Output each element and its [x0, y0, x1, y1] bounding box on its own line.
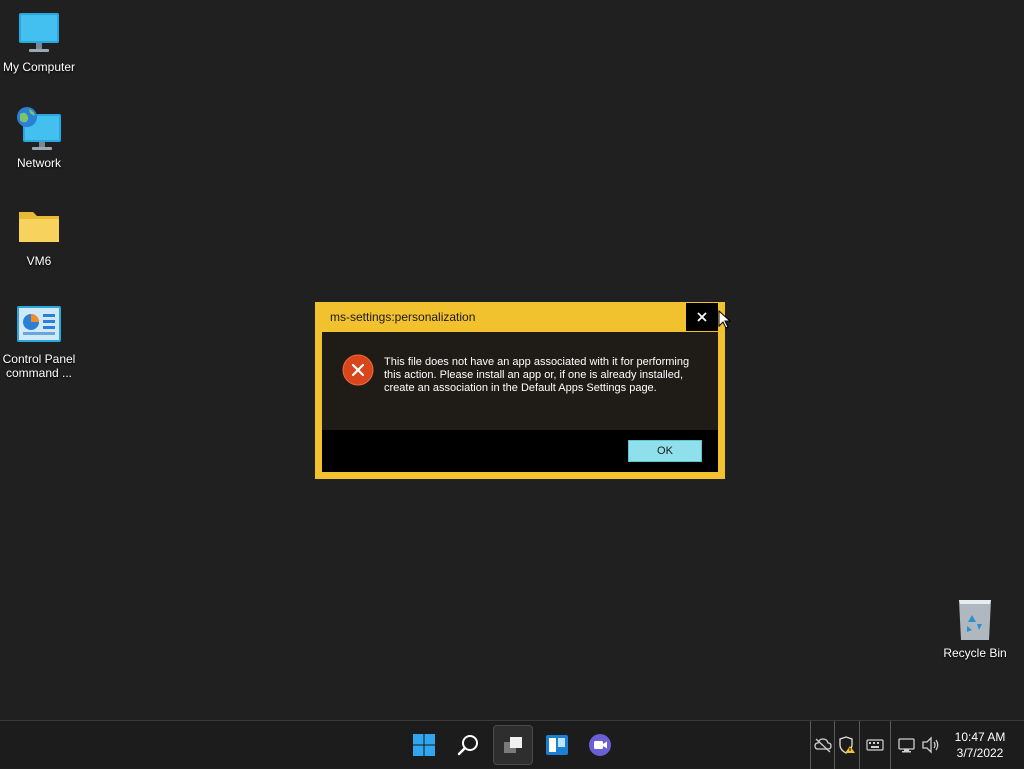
recycle-bin-icon	[951, 596, 999, 644]
dialog-message: This file does not have an app associate…	[384, 356, 690, 394]
desktop-icon-label: Control Panel command ...	[2, 352, 76, 380]
desktop-icon-label: Recycle Bin	[943, 646, 1007, 660]
desktop-icon-label: VM6	[26, 254, 52, 268]
network-status-icon[interactable]	[897, 735, 917, 755]
video-chat-icon	[589, 734, 611, 756]
windows-logo-icon	[413, 734, 435, 756]
tray-separator	[890, 721, 891, 769]
taskbar: 10:47 AM 3/7/2022	[0, 720, 1024, 769]
desktop-icon-my-computer[interactable]: My Computer	[0, 10, 79, 74]
dialog-body: This file does not have an app associate…	[322, 332, 718, 430]
task-view-icon	[504, 737, 522, 753]
desktop-icon-vm6[interactable]: VM6	[0, 204, 79, 268]
start-button[interactable]	[404, 725, 444, 765]
search-button[interactable]	[448, 725, 488, 765]
error-dialog: ms-settings:personalization This file do…	[315, 302, 725, 479]
dialog-title: ms-settings:personalization	[330, 310, 476, 324]
monitor-icon	[15, 10, 63, 58]
error-icon	[342, 354, 374, 386]
network-icon	[15, 106, 63, 154]
cloud-offline-icon[interactable]	[813, 735, 833, 755]
tray-separator	[834, 721, 835, 769]
desktop-icon-control-panel[interactable]: Control Panel command ...	[0, 302, 79, 380]
desktop-icon-network[interactable]: Network	[0, 106, 79, 170]
ok-button[interactable]: OK	[628, 440, 702, 462]
widgets-icon	[546, 735, 568, 755]
dialog-footer: OK	[322, 430, 718, 472]
close-icon	[697, 312, 707, 322]
task-view-button[interactable]	[493, 725, 533, 765]
clock-date: 3/7/2022	[956, 746, 1004, 760]
teams-chat-button[interactable]	[580, 725, 620, 765]
tray-separator	[810, 721, 811, 769]
clock[interactable]: 10:47 AM 3/7/2022	[950, 729, 1010, 761]
search-icon	[457, 735, 478, 756]
security-warning-icon[interactable]	[837, 735, 857, 755]
close-button[interactable]	[686, 303, 718, 331]
folder-icon	[15, 204, 63, 252]
volume-icon[interactable]	[921, 735, 941, 755]
tray-separator	[859, 721, 860, 769]
desktop-icon-label: My Computer	[2, 60, 76, 74]
clock-time: 10:47 AM	[954, 730, 1006, 744]
widgets-button[interactable]	[537, 725, 577, 765]
desktop: My Computer Network VM6 Control Panel co…	[0, 0, 1024, 720]
keyboard-icon[interactable]	[865, 735, 885, 755]
control-panel-icon	[15, 302, 63, 350]
desktop-icon-label: Network	[16, 156, 61, 170]
mouse-cursor-icon	[718, 309, 732, 330]
desktop-icon-recycle-bin[interactable]: Recycle Bin	[935, 596, 1015, 660]
